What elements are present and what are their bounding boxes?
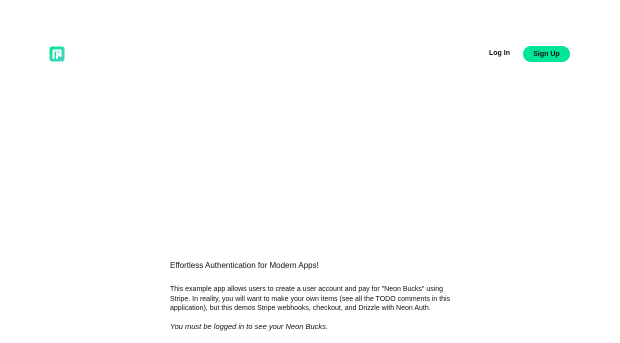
- signup-button[interactable]: Sign Up: [523, 46, 570, 62]
- login-button[interactable]: Log In: [489, 47, 510, 61]
- app-description: This example app allows users to create …: [170, 286, 451, 313]
- login-notice: You must be logged in to see your Neon B…: [170, 321, 329, 331]
- page-heading: Effortless Authentication for Modern App…: [170, 261, 319, 270]
- main-content: Effortless Authentication for Modern App…: [170, 259, 452, 332]
- neon-logo-icon[interactable]: [49, 46, 65, 62]
